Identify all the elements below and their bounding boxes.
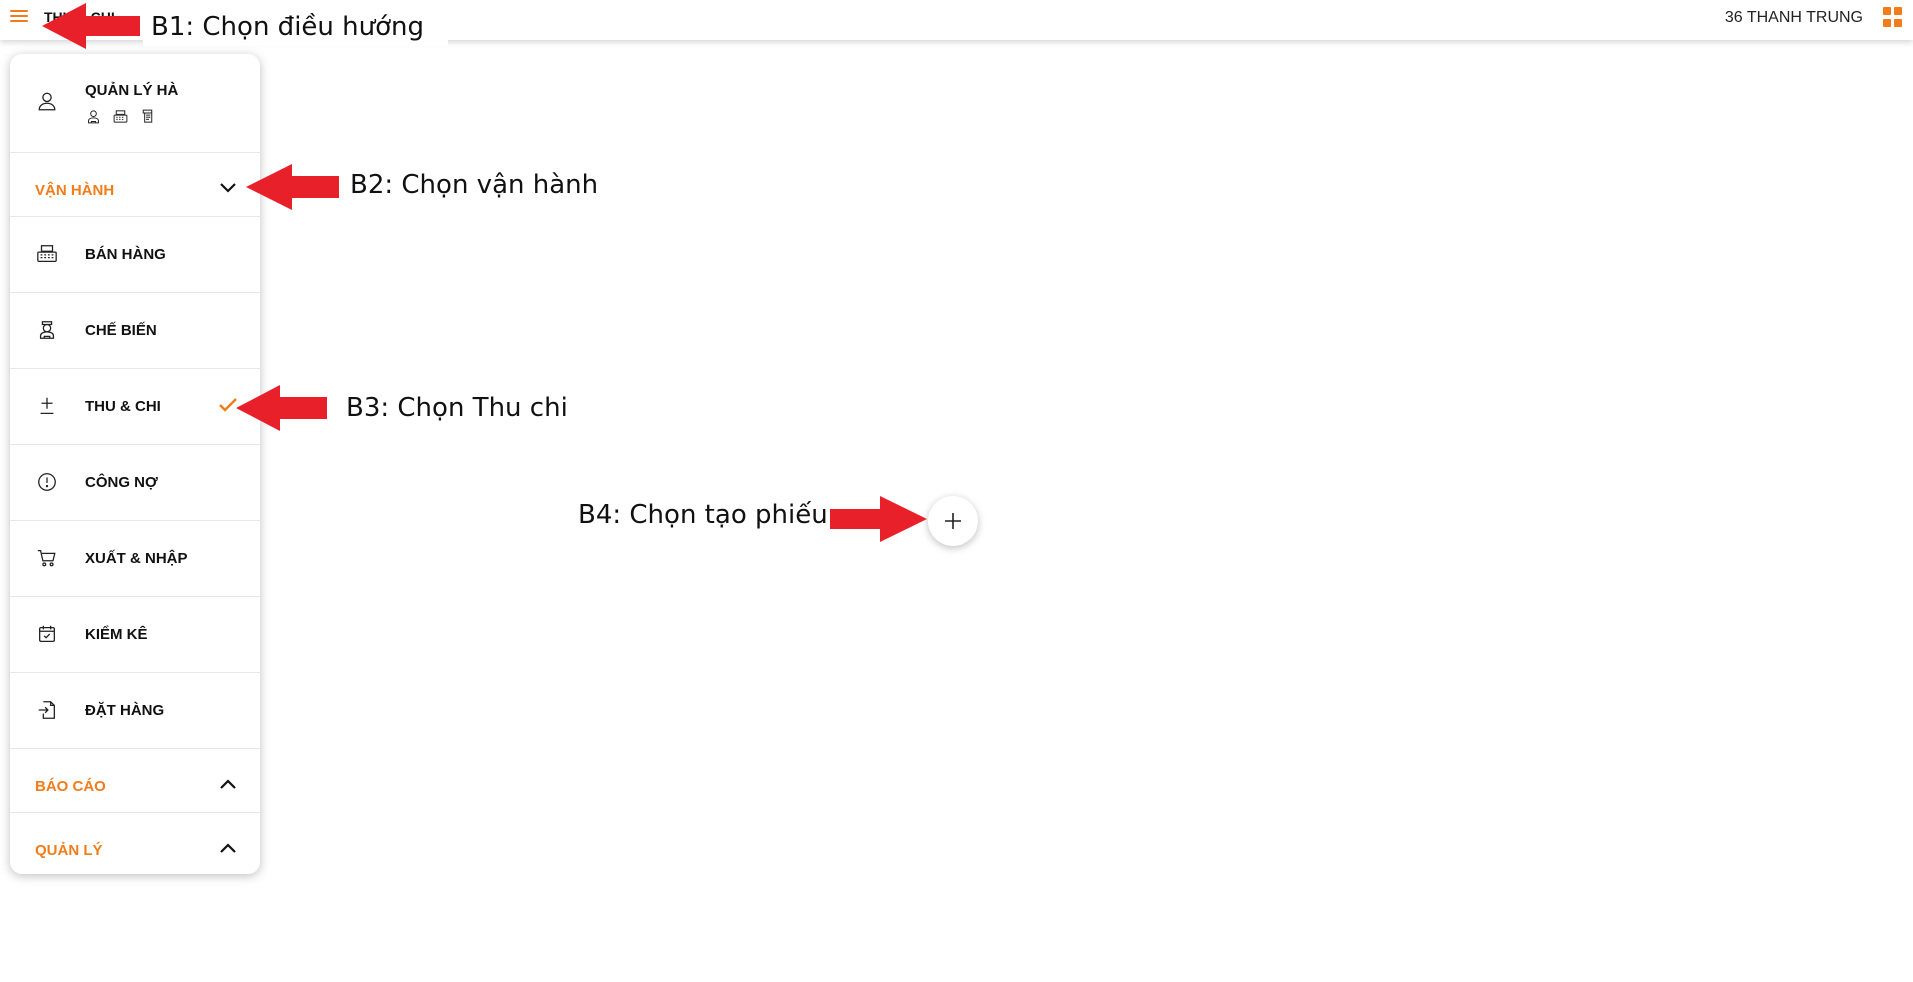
add-voucher-button[interactable] <box>928 496 978 546</box>
hamburger-icon[interactable] <box>10 7 28 25</box>
section-quan-ly[interactable]: QUẢN LÝ <box>10 813 260 874</box>
menu-item-dat-hang[interactable]: ĐẶT HÀNG <box>10 673 260 749</box>
menu-item-label: CHẾ BIẾN <box>85 322 157 339</box>
annotation-b3: B3: Chọn Thu chi <box>346 393 568 423</box>
menu-item-che-bien[interactable]: CHẾ BIẾN <box>10 293 260 369</box>
user-icon <box>38 92 56 111</box>
chef-icon <box>88 110 99 124</box>
menu-item-label: BÁN HÀNG <box>85 246 166 263</box>
menu-item-kiem-ke[interactable]: KIỂM KÊ <box>10 597 260 673</box>
check-icon <box>219 398 237 412</box>
cash-register-icon <box>113 110 128 123</box>
user-name[interactable]: 36 THANH TRUNG <box>1725 9 1863 27</box>
annotation-b4: B4: Chọn tạo phiếu <box>578 500 828 530</box>
section-label: QUẢN LÝ <box>35 842 103 859</box>
menu-item-ban-hang[interactable]: BÁN HÀNG <box>10 217 260 293</box>
menu-item-xuat-nhap[interactable]: XUẤT & NHẬP <box>10 521 260 597</box>
menu-item-cong-no[interactable]: CÔNG NỢ <box>10 445 260 521</box>
calendar-check-icon <box>39 625 55 642</box>
plus-icon <box>945 513 961 529</box>
arrow-left-icon <box>42 3 140 49</box>
menu-item-label: ĐẶT HÀNG <box>85 702 165 719</box>
menu-item-label: XUẤT & NHẬP <box>85 550 188 567</box>
menu-item-label: KIỂM KÊ <box>85 626 148 643</box>
chef-icon <box>39 321 55 339</box>
chevron-up-icon <box>220 779 236 789</box>
chevron-down-icon <box>220 183 236 193</box>
scroll-icon <box>142 109 153 123</box>
section-bao-cao[interactable]: BÁO CÁO <box>10 749 260 813</box>
arrow-left-icon <box>236 385 327 431</box>
navigation-drawer: QUẢN LÝ HÀ VẬN HÀNH BÁN HÀNG CHẾ BIẾN TH… <box>10 54 260 874</box>
menu-item-label: THU & CHI <box>85 398 161 415</box>
user-profile[interactable]: QUẢN LÝ HÀ <box>10 54 260 153</box>
menu-item-label: CÔNG NỢ <box>85 474 158 491</box>
chevron-up-icon <box>220 843 236 853</box>
arrow-left-icon <box>246 164 339 210</box>
cart-icon <box>37 550 56 567</box>
arrow-right-icon <box>830 496 927 542</box>
section-van-hanh[interactable]: VẬN HÀNH <box>10 153 260 217</box>
import-icon <box>38 701 55 719</box>
grid-icon[interactable] <box>1883 7 1903 27</box>
cash-register-icon <box>37 245 57 262</box>
section-label: BÁO CÁO <box>35 778 106 795</box>
role-icons <box>85 108 156 125</box>
menu-item-thu-chi[interactable]: THU & CHI <box>10 369 260 445</box>
alert-circle-icon <box>38 473 56 491</box>
annotation-b2: B2: Chọn vận hành <box>350 170 599 200</box>
profile-name: QUẢN LÝ HÀ <box>85 82 179 99</box>
annotation-b1: B1: Chọn điều hướng <box>143 12 448 46</box>
section-label: VẬN HÀNH <box>35 182 115 199</box>
plus-minus-icon <box>40 397 54 414</box>
